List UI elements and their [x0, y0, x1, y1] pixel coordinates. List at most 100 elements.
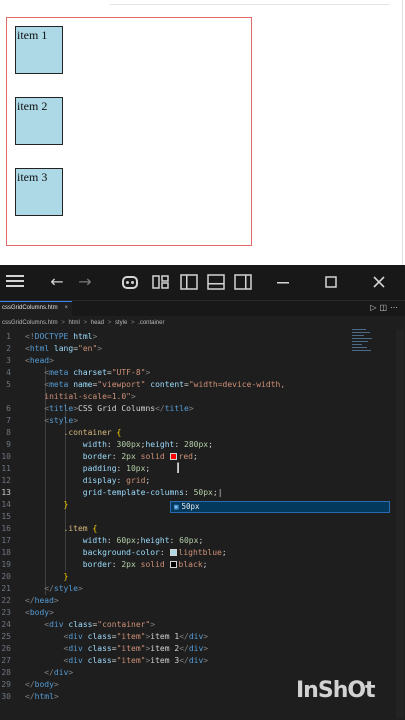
line-number: 5: [6, 380, 11, 389]
tab-bar: cssGridColumns.htm × ▷◫⋯: [0, 301, 405, 316]
code-line: 10 border: 2px solid red;: [1, 452, 198, 461]
tab-close-icon[interactable]: ×: [64, 302, 68, 315]
breadcrumb-sep: >: [130, 320, 135, 326]
forward-arrow-icon[interactable]: →: [77, 274, 93, 290]
line-number: 29: [1, 680, 11, 689]
code-line: 4 <meta charset="UTF-8">: [0, 367, 405, 379]
layout-icon[interactable]: [152, 274, 170, 290]
line-number: 20: [1, 572, 11, 581]
tab-label: cssGridColumns.htm: [2, 305, 58, 311]
tab-cssgridcolumns[interactable]: cssGridColumns.htm ×: [0, 301, 72, 316]
code-line: 24 <div class="container">: [1, 620, 156, 629]
line-number: 30: [1, 692, 11, 701]
breadcrumb-head[interactable]: head: [91, 320, 104, 326]
code-line: 20 }: [1, 572, 69, 581]
breadcrumb-sep: >: [61, 320, 65, 326]
code-line: 6 <title>CSS Grid Columns</title>: [0, 403, 405, 415]
line-number: 13: [1, 488, 11, 497]
grid-item-3: item 3: [15, 168, 63, 216]
close-icon[interactable]: [371, 274, 387, 290]
color-swatch-red[interactable]: [169, 453, 177, 460]
line-number: 26: [1, 644, 11, 653]
line-number: 9: [6, 440, 11, 449]
code-line: 11 padding: 10px;: [1, 464, 151, 473]
line-number: 23: [1, 608, 11, 617]
code-line: 9 width: 300px;height: 280px;: [0, 439, 405, 451]
sidebar-right-icon[interactable]: [234, 274, 252, 290]
suggestion-value-icon: ▣: [174, 502, 179, 511]
line-number: 18: [1, 548, 11, 557]
code-line: 19 border: 2px solid black;: [1, 560, 208, 569]
title-bar: ← →: [0, 265, 405, 301]
grid-item-2: item 2: [15, 97, 63, 145]
line-number: 15: [1, 512, 11, 521]
code-line: 3 <head>: [0, 355, 405, 367]
code-line: 18 background-color: lightblue;: [1, 548, 227, 557]
code-line: 26 <div class="item">item 2</div>: [1, 644, 209, 653]
line-number: 14: [1, 500, 11, 509]
code-line: 5 <meta name="viewport" content="width=d…: [0, 379, 405, 391]
more-actions-icon[interactable]: ⋯: [390, 303, 401, 312]
breadcrumb: cssGridColumns.htm > html > head > style…: [0, 317, 405, 329]
copilot-icon[interactable]: [121, 274, 139, 290]
line-number: 1: [6, 332, 11, 341]
breadcrumb-sep: >: [83, 320, 88, 326]
color-swatch-lightblue[interactable]: [169, 549, 177, 556]
code-line: 22 </head>: [1, 596, 59, 605]
panel-bottom-icon[interactable]: [207, 274, 225, 290]
code-line: 27 <div class="item">item 3</div>: [1, 656, 209, 665]
code-line-active: 13 grid-template-columns: 50px;|: [1, 488, 223, 497]
code-line: initial-scale=1.0">: [44, 392, 136, 401]
breadcrumb-file[interactable]: cssGridColumns.htm: [2, 320, 58, 326]
breadcrumb-html[interactable]: html: [69, 320, 80, 326]
line-number: 3: [6, 356, 11, 365]
line-number: 25: [1, 632, 11, 641]
line-number: 19: [1, 560, 11, 569]
code-editor-window: ← → cssGridColumns.htm × ▷◫⋯ cssGridColu…: [0, 265, 405, 720]
line-number: 24: [1, 620, 11, 629]
line-number: 4: [6, 368, 11, 377]
back-arrow-icon[interactable]: ←: [49, 274, 65, 290]
inshot-watermark: InShOt: [296, 678, 376, 703]
breadcrumb-container[interactable]: .container: [138, 320, 164, 326]
code-line: 7 <style>: [0, 415, 405, 427]
code-line: 21 </style>: [1, 584, 83, 593]
line-number: 6: [6, 404, 11, 413]
suggestion-text: 50px: [181, 502, 200, 511]
code-line: 1 <!DOCTYPE html>: [0, 331, 405, 343]
browser-top-border: [110, 0, 390, 5]
browser-preview: item 1 item 2 item 3: [0, 0, 405, 265]
line-number: 17: [1, 536, 11, 545]
grid-container: item 1 item 2 item 3: [6, 17, 252, 246]
minimize-icon[interactable]: [276, 274, 290, 290]
line-number: 2: [6, 344, 11, 353]
breadcrumb-sep: >: [107, 320, 112, 326]
code-line: 8 .container {: [0, 427, 405, 439]
line-number: 21: [1, 584, 11, 593]
code-line: 17 width: 60px;height: 60px;: [1, 536, 204, 545]
code-line: 25 <div class="item">item 1</div>: [1, 632, 209, 641]
line-number: 7: [6, 416, 11, 425]
maximize-icon[interactable]: [324, 274, 338, 290]
line-number: 10: [1, 452, 11, 461]
menu-icon[interactable]: [6, 274, 24, 290]
line-number: 12: [1, 476, 11, 485]
sidebar-left-icon[interactable]: [180, 274, 198, 290]
line-number: 28: [1, 668, 11, 677]
code-line: 16 .item {: [1, 524, 98, 533]
text-cursor-icon: I: [176, 461, 181, 477]
code-line: 12 display: grid;: [1, 476, 151, 485]
line-number: 11: [1, 464, 11, 473]
code-line: 23 <body>: [1, 608, 54, 617]
color-swatch-black[interactable]: [169, 561, 177, 568]
autocomplete-suggestion[interactable]: ▣ 50px: [170, 501, 390, 513]
browser-right-border: [402, 0, 403, 265]
split-editor-icon[interactable]: ◫: [379, 303, 390, 312]
line-number: 8: [6, 428, 11, 437]
line-number: 27: [1, 656, 11, 665]
breadcrumb-style[interactable]: style: [115, 320, 127, 326]
code-line: 2 <html lang="en">: [0, 343, 405, 355]
line-number: 16: [1, 524, 11, 533]
line-number: 22: [1, 596, 11, 605]
grid-item-1: item 1: [15, 26, 63, 74]
